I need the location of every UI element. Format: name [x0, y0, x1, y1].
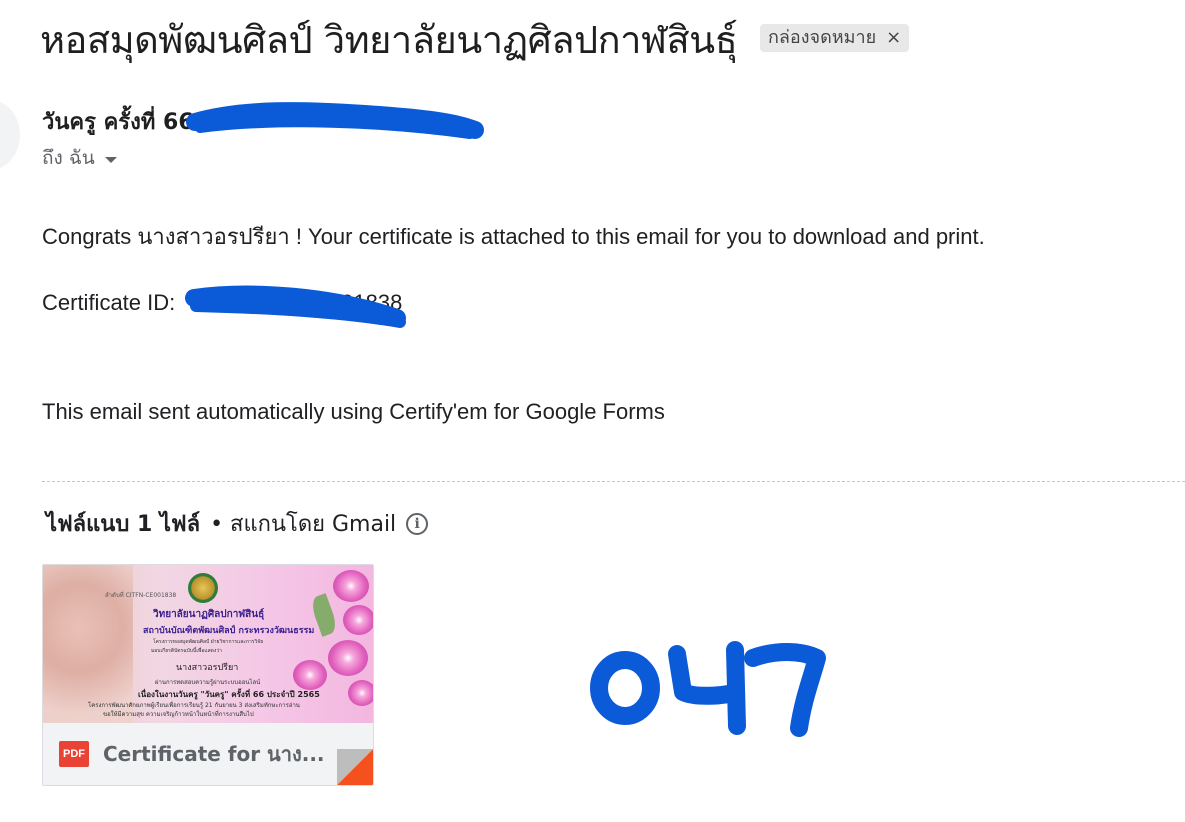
attachments-divider — [42, 481, 1185, 482]
attachment-card[interactable]: ลำดับที่ CITFN-CE001838 วิทยาลัยนาฏศิลปก… — [42, 564, 374, 786]
orchid-icon — [348, 680, 373, 706]
attachments-header: ไฟล์แนบ 1 ไฟล์ • สแกนโดย Gmail i — [46, 506, 429, 541]
attachment-filename: Certificate for นาง... — [103, 742, 325, 766]
orchid-icon — [328, 640, 368, 676]
thumb-award-line: มอบเกียรติบัตรฉบับนี้เพื่อแสดงว่า — [151, 648, 222, 654]
thumb-project-line: โครงการหอสมุดพัฒนศิลป์ ฝ่ายวิชาการและการ… — [153, 639, 264, 645]
cert-id-label: Certificate ID: — [42, 290, 176, 315]
thumb-wish-line: ขอให้มีความสุข ความเจริญก้าวหน้าในหน้าที… — [103, 711, 254, 718]
cert-id-redaction-scribble — [185, 285, 406, 328]
attachments-count: ไฟล์แนบ 1 ไฟล์ — [46, 512, 201, 537]
attachment-footer[interactable]: PDF Certificate for นาง... — [43, 723, 373, 785]
orchid-icon — [343, 605, 373, 635]
sender-avatar[interactable] — [0, 100, 20, 170]
orchid-icon — [293, 660, 327, 690]
chevron-down-icon — [104, 156, 117, 163]
thumb-passed-line: ผ่านการทดสอบความรู้ผ่านระบบออนไลน์ — [155, 679, 261, 686]
thumb-institute-name: สถาบันบัณฑิตพัฒนศิลป์ กระทรวงวัฒนธรรม — [143, 626, 315, 636]
scan-note: • สแกนโดย Gmail — [210, 512, 397, 537]
remove-label-icon[interactable]: × — [886, 24, 901, 52]
thumb-college-name: วิทยาลัยนาฏศิลปกาฬสินธุ์ — [153, 609, 265, 620]
thumb-recipient: นางสาวอรปรียา — [176, 663, 239, 673]
emblem-icon — [188, 573, 218, 603]
info-icon[interactable]: i — [406, 512, 429, 535]
sender-redaction-scribble — [186, 102, 484, 139]
attachment-thumbnail: ลำดับที่ CITFN-CE001838 วิทยาลัยนาฏศิลปก… — [43, 565, 373, 723]
recipient-label: ถึง ฉัน — [42, 147, 95, 169]
thumb-cert-id: ลำดับที่ CITFN-CE001838 — [105, 592, 177, 599]
body-congrats: Congrats นางสาวอรปรียา ! Your certificat… — [42, 224, 985, 249]
page-corner-icon — [337, 749, 373, 785]
email-subject: หอสมุดพัฒนศิลป์ วิทยาลัยนาฏศิลปกาฬสินธุ์ — [40, 18, 738, 62]
orchid-icon — [333, 570, 369, 602]
body-footer-note: This email sent automatically using Cert… — [42, 399, 665, 424]
pdf-file-icon: PDF — [59, 741, 89, 767]
sender-name: วันครู ครั้งที่ 66 — [42, 110, 194, 135]
handwritten-number-overlay: 047 — [590, 641, 826, 737]
recipient-dropdown[interactable]: ถึง ฉัน — [42, 143, 117, 173]
label-chip-text: กล่องจดหมาย — [768, 27, 877, 48]
inbox-label-chip[interactable]: กล่องจดหมาย × — [760, 24, 910, 52]
